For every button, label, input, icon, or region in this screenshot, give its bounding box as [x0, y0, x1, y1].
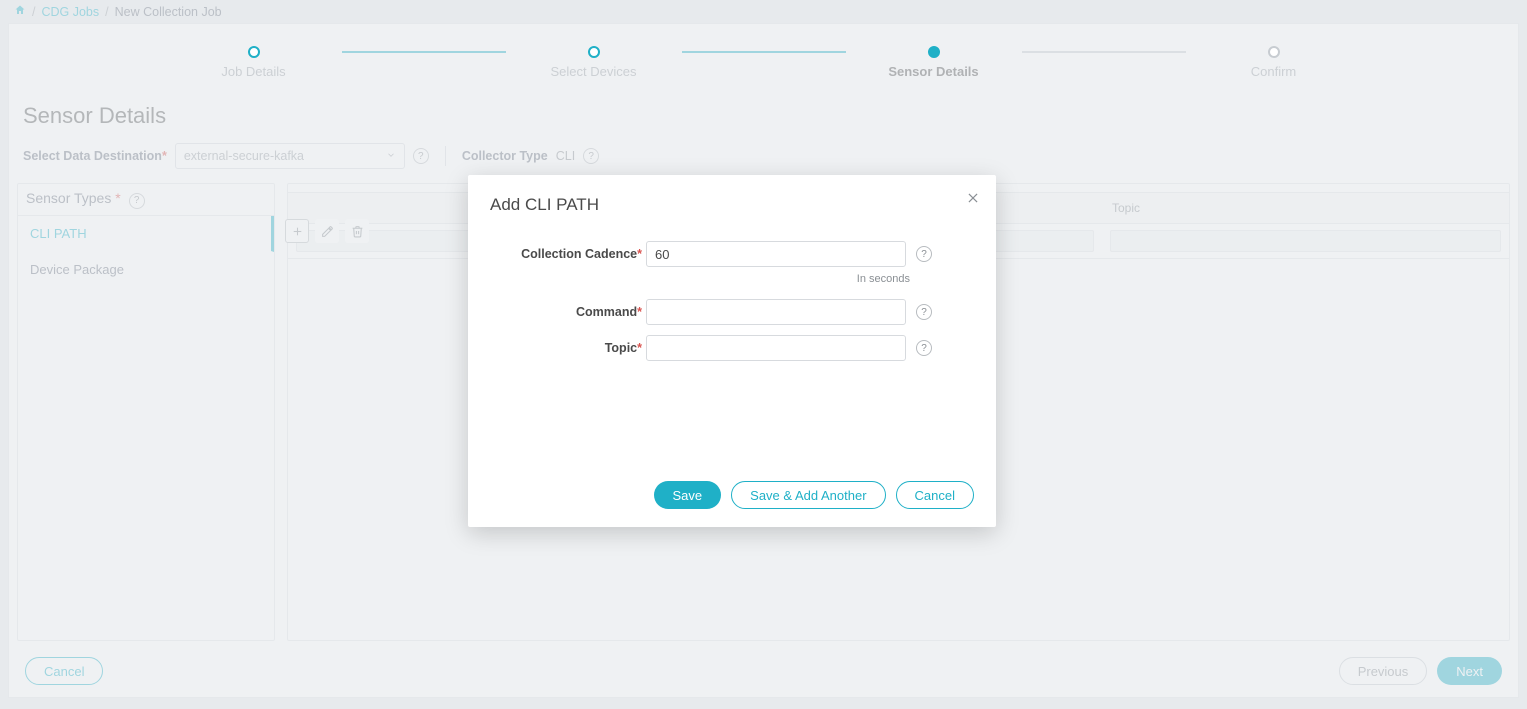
help-icon[interactable]: ?: [916, 340, 932, 356]
topic-input[interactable]: [646, 335, 906, 361]
command-label: Command: [576, 305, 637, 319]
step-dot-active: [928, 46, 940, 58]
topic-label: Topic: [605, 341, 637, 355]
modal-cancel-button[interactable]: Cancel: [896, 481, 974, 509]
command-input[interactable]: [646, 299, 906, 325]
cadence-hint: In seconds: [490, 273, 910, 285]
save-add-another-button[interactable]: Save & Add Another: [731, 481, 885, 509]
cadence-input[interactable]: [646, 241, 906, 267]
save-button[interactable]: Save: [654, 481, 722, 509]
help-icon[interactable]: ?: [916, 304, 932, 320]
step-dot: [1268, 46, 1280, 58]
cadence-label: Collection Cadence: [521, 247, 637, 261]
close-icon[interactable]: [966, 191, 980, 208]
step-dot: [588, 46, 600, 58]
modal-title: Add CLI PATH: [490, 195, 974, 215]
add-cli-path-modal: Add CLI PATH Collection Cadence* ? In se…: [468, 175, 996, 527]
help-icon[interactable]: ?: [916, 246, 932, 262]
step-dot: [248, 46, 260, 58]
